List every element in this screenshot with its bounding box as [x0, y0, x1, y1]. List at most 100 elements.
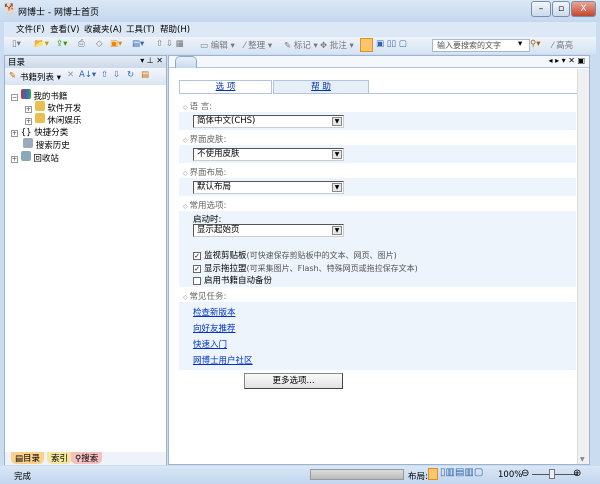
zoom-slider-track[interactable]: [532, 474, 578, 475]
panel-title: 目录: [8, 58, 26, 68]
layout-label: 界面布局:: [183, 166, 227, 178]
menu-bar: 文件(F) 查看(V) 收藏夹(A) 工具(T) 帮助(H): [4, 22, 596, 37]
tab-contents[interactable]: ▤目录: [11, 452, 45, 464]
layout-1-button[interactable]: [428, 468, 438, 480]
zoom-in-icon[interactable]: ⊕: [573, 468, 581, 479]
tab-controls[interactable]: ◂ ▸ ▾ ✕ ▣: [549, 56, 585, 65]
checkbox-label: 监视剪贴板: [204, 251, 247, 261]
new-icon[interactable]: ▯▾: [12, 39, 21, 49]
delete-icon[interactable]: ✕: [67, 70, 74, 80]
open-icon[interactable]: 📂▾: [34, 39, 49, 49]
edit-button[interactable]: ▭ 编辑 ▾: [200, 39, 235, 51]
chevron-down-icon: ▼: [332, 150, 342, 159]
search-button-icon[interactable]: ⚲▾: [530, 39, 541, 49]
folder-icon: [34, 101, 45, 111]
tree-label: 搜索历史: [35, 141, 70, 151]
checkbox-hint: (可采集图片、Flash、特殊网页或拖拉保存文本): [246, 264, 418, 273]
startup-select[interactable]: 显示起始页 ▼: [193, 224, 344, 237]
panel-controls[interactable]: ▾ ⊥ ✕: [140, 56, 163, 65]
checkbox-unchecked[interactable]: [193, 276, 201, 285]
maximize-button[interactable]: ▫: [552, 1, 570, 17]
bookmark-icon[interactable]: ▣▾: [110, 39, 122, 49]
quick-start-link[interactable]: 快速入门: [193, 338, 227, 350]
minimize-button[interactable]: –: [531, 1, 551, 17]
tree-item-leisure[interactable]: + 休闲娱乐: [25, 113, 81, 126]
menu-view[interactable]: 查看(V): [50, 23, 79, 35]
tab-divider: [369, 93, 577, 94]
tab-label: 搜索: [81, 454, 99, 464]
expand-icon[interactable]: +: [25, 106, 32, 113]
move-down-icon[interactable]: ⇩: [113, 70, 120, 80]
tab-label: 目录: [23, 454, 41, 464]
tab-help[interactable]: 帮 助: [273, 80, 369, 94]
tree-item-recycle-bin[interactable]: + 回收站: [11, 151, 59, 164]
highlight-icon[interactable]: ⁄ 高亮: [552, 39, 573, 51]
move-up-icon[interactable]: ⇧: [101, 70, 108, 80]
edit-label: 编辑: [210, 41, 228, 51]
tree-item-quick-category[interactable]: + {} 快捷分类: [11, 126, 68, 138]
title-bar: 🐕 网博士 - 网博士首页 – ▫ X: [0, 0, 600, 22]
up-icon[interactable]: ⇧ ⇩ ▦: [156, 39, 184, 49]
export-icon[interactable]: ▤▾: [132, 39, 144, 49]
tag-icon[interactable]: ◇: [96, 39, 103, 49]
left-panel: 目录 ▾ ⊥ ✕ ✎ 书籍列表 ▾ ✕ A↓▾ ⇧ ⇩ ↻ ▤ − 我的书籍 +…: [4, 55, 167, 465]
tab-options[interactable]: 选 项: [179, 80, 272, 94]
annotate-button[interactable]: ✥ 批注 ▾: [320, 39, 354, 51]
mark-button[interactable]: ✎ 标记 ▾: [284, 39, 318, 51]
zoom-out-icon[interactable]: ⊖: [521, 468, 529, 479]
books-list-dropdown[interactable]: 书籍列表 ▾: [20, 71, 61, 83]
language-label: 语 言:: [183, 100, 213, 112]
main-panel: ◂ ▸ ▾ ✕ ▣ 选 项 帮 助 语 言: 简体中文(CHS)▼ 界面皮肤: …: [168, 55, 590, 465]
scroll-down-icon[interactable]: ▼: [580, 456, 585, 463]
zoom-slider-thumb[interactable]: [549, 469, 555, 479]
checkbox-hint: (可快速保存剪贴板中的文本、网页、图片): [246, 251, 397, 260]
drag-box-checkbox[interactable]: ✓ 显示拖拉盟(可采集图片、Flash、特殊网页或拖拉保存文本): [193, 262, 418, 274]
vertical-scrollbar[interactable]: ▼: [577, 69, 589, 464]
highlight-label: 高亮: [556, 41, 574, 51]
chevron-down-icon: ▼: [332, 183, 342, 192]
expand-icon[interactable]: +: [11, 130, 18, 137]
skin-select[interactable]: 不使用皮肤 ▼: [193, 148, 344, 161]
view-mode-icons[interactable]: ▣ ▯▯ ▢: [376, 39, 407, 49]
collapse-icon[interactable]: −: [11, 94, 18, 101]
close-button[interactable]: X: [571, 1, 596, 17]
checkbox-checked[interactable]: ✓: [193, 264, 201, 273]
search-input[interactable]: 输入要搜索的文字: [432, 39, 530, 52]
auto-backup-checkbox[interactable]: 启用书籍自动备份: [193, 274, 272, 286]
menu-help[interactable]: 帮助(H): [160, 23, 190, 35]
check-update-link[interactable]: 检查新版本: [193, 306, 236, 318]
layout-select[interactable]: 默认布局 ▼: [193, 181, 344, 194]
tree-label: 回收站: [33, 154, 59, 164]
refresh-icon[interactable]: ↻: [127, 70, 134, 80]
panel-tabs: ▤目录 索引 ⚲搜索: [5, 452, 166, 465]
menu-tools[interactable]: 工具(T): [126, 23, 155, 35]
app-icon: 🐕: [4, 4, 17, 15]
checkbox-checked[interactable]: ✓: [193, 251, 201, 260]
layout-view-button[interactable]: [360, 38, 373, 52]
tab-index[interactable]: 索引: [47, 452, 73, 464]
organize-button[interactable]: ⁄ 整理 ▾: [244, 39, 272, 51]
import-icon[interactable]: ⇪▾: [56, 39, 67, 49]
community-link[interactable]: 网博士用户社区: [193, 354, 253, 366]
search-dropdown-icon[interactable]: ▾: [518, 39, 522, 49]
more-options-button[interactable]: 更多选项...: [244, 373, 343, 389]
language-select[interactable]: 简体中文(CHS) ▼: [193, 115, 344, 128]
layout-options-icons[interactable]: ▯▥▤▥▢: [440, 467, 483, 478]
common-options-label: 常用选项:: [183, 199, 227, 211]
properties-icon[interactable]: ▤: [141, 70, 149, 80]
books-icon: ✎: [9, 71, 17, 81]
expand-icon[interactable]: +: [11, 156, 18, 163]
print-icon[interactable]: ⎙: [78, 39, 85, 49]
monitor-clipboard-checkbox[interactable]: ✓ 监视剪贴板(可快速保存剪贴板中的文本、网页、图片): [193, 249, 397, 261]
checkbox-label: 显示拖拉盟: [204, 264, 247, 274]
sort-icon[interactable]: A↓▾: [79, 70, 96, 80]
select-value: 默认布局: [197, 182, 232, 192]
window-title: 网博士 - 网博士首页: [18, 8, 99, 18]
expand-icon[interactable]: +: [25, 118, 32, 125]
menu-favorites[interactable]: 收藏夹(A): [84, 23, 122, 35]
tab-search[interactable]: ⚲搜索: [71, 452, 103, 464]
tree-item-search-history[interactable]: 搜索历史: [23, 138, 70, 151]
menu-file[interactable]: 文件(F): [16, 23, 45, 35]
document-tab[interactable]: [175, 56, 197, 68]
recommend-link[interactable]: 向好友推荐: [193, 322, 236, 334]
